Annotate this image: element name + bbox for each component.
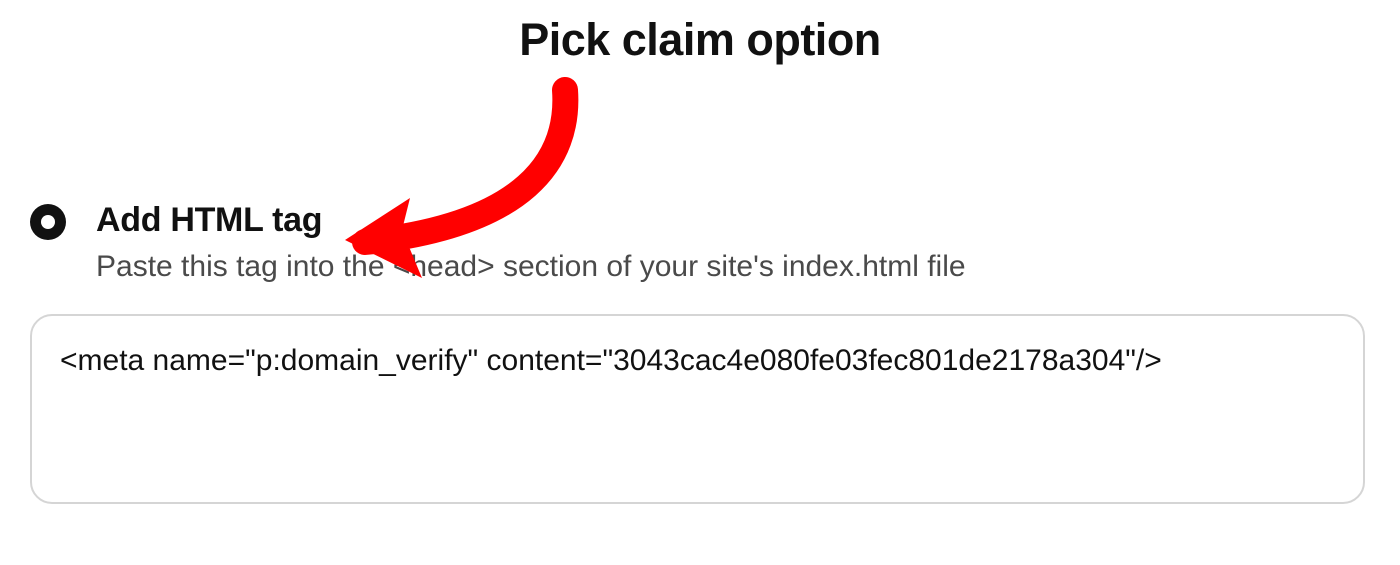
option-title: Add HTML tag	[96, 200, 1370, 241]
option-description: Paste this tag into the <head> section o…	[96, 247, 1370, 286]
radio-selected-indicator	[41, 215, 55, 229]
option-header: Add HTML tag Paste this tag into the <he…	[30, 200, 1370, 286]
claim-option-block: Add HTML tag Paste this tag into the <he…	[30, 200, 1370, 504]
meta-tag-code-box[interactable]: <meta name="p:domain_verify" content="30…	[30, 314, 1365, 504]
option-text-group: Add HTML tag Paste this tag into the <he…	[96, 200, 1370, 286]
radio-add-html-tag[interactable]	[30, 204, 66, 240]
page-title: Pick claim option	[0, 0, 1400, 66]
